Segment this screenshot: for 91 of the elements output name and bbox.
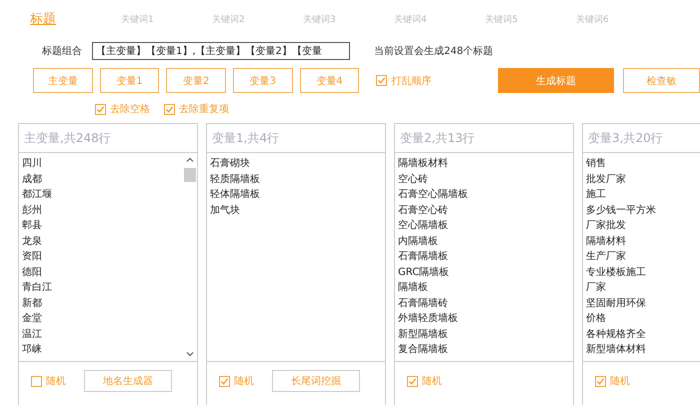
list-item: 郫县 (22, 219, 43, 233)
tab[interactable]: 标题 (30, 10, 121, 28)
list-item: 内隔墙板 (398, 234, 439, 248)
list-item: 资阳 (22, 250, 43, 264)
list-item: 多少钱一平方米 (586, 204, 657, 218)
list-item: 复合隔墙板 (398, 342, 449, 357)
tab[interactable]: 关键词4 (394, 12, 485, 26)
list-item: 各种规格齐全 (586, 328, 647, 342)
tab[interactable]: 关键词1 (121, 12, 212, 26)
list-item: 青白江 (22, 280, 53, 295)
variable-button[interactable]: 变量1 (100, 68, 160, 93)
list-item: 专业楼板施工 (586, 266, 647, 280)
list-area[interactable]: 销售 批发厂家 施工 多少钱一平方米 厂家批发 隔墙材料 生产厂家 专业楼板施工 厂家 坚固耐用环保 价格 各种规格齐全 新型墙体材料 (583, 153, 700, 362)
list-area[interactable]: 石膏砌块 轻质隔墙板 轻体隔墙板 加气块 (207, 153, 385, 362)
list-item: 邛崃 (22, 342, 43, 357)
checkmark-icon (220, 376, 229, 386)
list-item: 石膏空心隔墙板 (398, 188, 469, 202)
panel-header: 变量2,共13行 (395, 124, 573, 153)
status-text: 当前设置会生成248个标题 (374, 44, 494, 58)
list-item: 销售 (586, 157, 607, 171)
list-item: 金堂 (22, 312, 43, 326)
list-item: 新型隔墙板 (398, 328, 449, 342)
list-item: 四川 (22, 156, 43, 171)
panel-header: 变量1,共4行 (207, 124, 385, 153)
combo-label: 标题组合 (42, 44, 82, 58)
checkbox-label[interactable]: 随机 (46, 374, 66, 388)
list-item: GRC隔墙板 (398, 266, 450, 280)
checkbox-label[interactable]: 打乱顺序 (391, 74, 432, 88)
scrollbar-thumb[interactable] (184, 168, 196, 182)
list-item: 龙泉 (22, 234, 43, 248)
title-combination-field[interactable]: 【主变量】【变量1】,【主变量】【变量2】【变量 (92, 42, 350, 60)
list-item: 厂家 (586, 280, 607, 295)
list-item: 彭州 (22, 204, 43, 218)
list-area[interactable]: 四川 成都 都江堰 彭州 郫县 龙泉 资阳 德阳 青白江 新都 金堂 温江 邛崃 (19, 153, 197, 362)
checkbox[interactable] (595, 376, 606, 386)
list-item: 厂家批发 (586, 218, 627, 233)
checkbox[interactable] (95, 104, 106, 114)
checkmark-icon (408, 376, 417, 386)
list-item: 轻体隔墙板 (210, 188, 261, 202)
checkbox[interactable] (376, 75, 388, 86)
checkbox[interactable] (164, 104, 175, 114)
list-area[interactable]: 隔墙板材料 空心砖 石膏空心隔墙板 石膏空心砖 空心隔墙板 内隔墙板 石膏隔墙板 GRC隔墙板 隔墙板 石膏隔墙砖 外墙轻质墙板 新型隔墙板 复合隔墙板 (395, 153, 573, 362)
check-button[interactable]: 检查敏 (623, 68, 700, 93)
list-item: 批发厂家 (586, 172, 627, 186)
checkmark-icon (596, 376, 605, 386)
list-item: 生产厂家 (586, 250, 627, 264)
list-item: 隔墙板 (398, 280, 429, 295)
list-item: 外墙轻质墙板 (398, 312, 459, 326)
tab[interactable]: 关键词6 (576, 12, 667, 26)
variable-button[interactable]: 变量2 (166, 68, 226, 93)
panel-button[interactable]: 地名生成器 (84, 370, 172, 392)
generate-button[interactable]: 生成标题 (498, 68, 614, 93)
variable-button[interactable]: 主变量 (33, 68, 93, 93)
list-item: 空心砖 (398, 172, 429, 186)
checkbox-label[interactable]: 去除空格 (110, 102, 150, 116)
tab[interactable]: 关键词2 (212, 12, 303, 26)
list-item: 石膏隔墙板 (398, 250, 449, 264)
list-item: 温江 (22, 328, 43, 342)
checkbox-label[interactable]: 随机 (234, 374, 254, 388)
panel-header: 主变量,共248行 (19, 124, 197, 153)
list-item: 坚固耐用环保 (586, 296, 647, 310)
list-item: 石膏砌块 (210, 156, 251, 171)
variable-button[interactable]: 变量3 (232, 68, 293, 93)
list-item: 石膏空心砖 (398, 204, 449, 218)
list-item: 成都 (22, 172, 43, 186)
list-item: 新都 (22, 296, 43, 310)
list-item: 德阳 (22, 266, 43, 280)
list-item: 隔墙板材料 (398, 156, 449, 171)
checkbox[interactable] (31, 376, 42, 386)
list-item: 轻质隔墙板 (210, 172, 261, 186)
panel-header: 变量3,共20行 (583, 124, 700, 153)
variable-button[interactable]: 变量4 (300, 68, 360, 93)
tab[interactable]: 关键词5 (485, 12, 576, 26)
checkbox-label[interactable]: 随机 (422, 374, 442, 388)
list-item: 新型墙体材料 (586, 342, 647, 357)
checkbox[interactable] (219, 376, 230, 386)
checkmark-icon (96, 104, 105, 114)
checkbox-label[interactable]: 随机 (610, 374, 630, 388)
checkmark-icon (165, 104, 174, 114)
checkmark-icon (377, 76, 386, 85)
checkbox[interactable] (407, 376, 418, 386)
list-item: 石膏隔墙砖 (398, 296, 449, 310)
list-item: 加气块 (210, 204, 241, 218)
checkbox-label[interactable]: 去除重复项 (179, 102, 229, 116)
list-item: 施工 (586, 188, 607, 202)
list-item: 价格 (586, 312, 607, 326)
list-item: 空心隔墙板 (398, 218, 449, 233)
panel-button[interactable]: 长尾词挖掘 (272, 370, 360, 392)
list-item: 都江堰 (22, 188, 53, 202)
list-item: 隔墙材料 (586, 234, 627, 248)
tab[interactable]: 关键词3 (303, 12, 394, 26)
